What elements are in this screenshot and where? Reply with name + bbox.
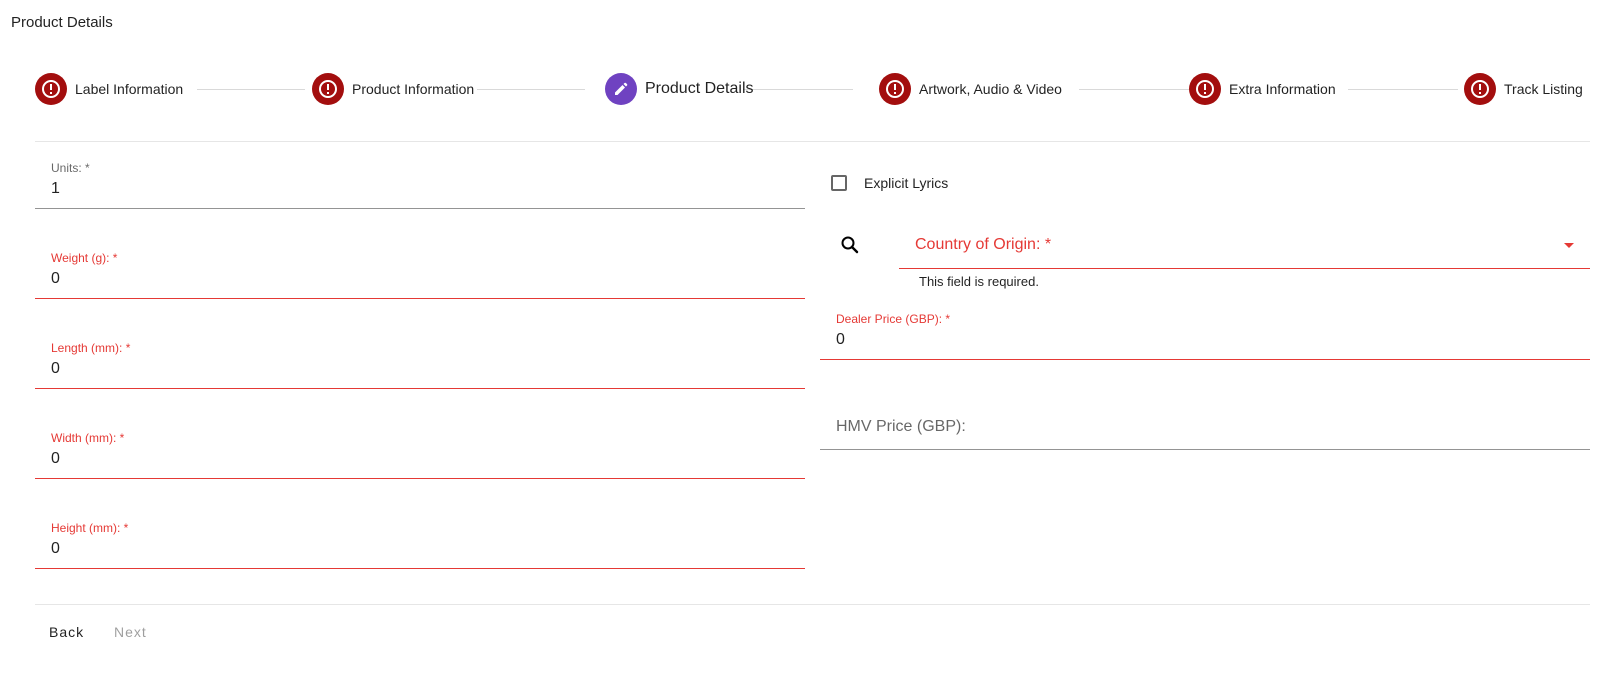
step-extra-information[interactable]: Extra Information (1189, 72, 1336, 106)
field-label: Weight (g): * (51, 251, 118, 265)
field-label: Width (mm): * (51, 431, 125, 445)
alert-circle-icon (1189, 73, 1221, 105)
units-field[interactable]: Units: * 1 (35, 161, 805, 209)
step-connector (743, 89, 853, 90)
step-label: Product Details (645, 80, 754, 97)
divider (35, 604, 1590, 605)
divider (35, 141, 1590, 142)
step-product-details[interactable]: Product Details (605, 72, 754, 106)
field-underline (35, 298, 805, 299)
explicit-lyrics-checkbox[interactable]: Explicit Lyrics (831, 172, 948, 194)
dealer-price-field[interactable]: Dealer Price (GBP): * 0 (820, 312, 1590, 360)
field-value: 0 (51, 270, 60, 287)
field-underline (820, 449, 1590, 450)
search-icon[interactable] (839, 234, 861, 256)
step-label-information[interactable]: Label Information (35, 72, 183, 106)
width-field[interactable]: Width (mm): * 0 (35, 431, 805, 479)
height-field[interactable]: Height (mm): * 0 (35, 521, 805, 569)
back-button[interactable]: Back (49, 624, 84, 640)
step-product-information[interactable]: Product Information (312, 72, 474, 106)
country-of-origin-select[interactable]: Country of Origin: * (899, 228, 1590, 269)
checkbox-label: Explicit Lyrics (864, 175, 949, 191)
hmv-price-field[interactable]: HMV Price (GBP): (820, 402, 1590, 450)
field-value: 0 (51, 450, 60, 467)
field-label: HMV Price (GBP): (836, 418, 966, 435)
field-underline (820, 359, 1590, 360)
stepper: Label Information Product Information Pr… (35, 72, 1590, 106)
step-connector (1348, 89, 1458, 90)
step-connector (1079, 89, 1191, 90)
step-label: Extra Information (1229, 81, 1336, 97)
step-label: Artwork, Audio & Video (919, 81, 1062, 97)
field-value: 0 (51, 360, 60, 377)
alert-circle-icon (35, 73, 67, 105)
field-underline (899, 268, 1590, 269)
field-label: Units: * (51, 161, 90, 175)
field-value: 0 (836, 331, 845, 348)
field-underline (35, 208, 805, 209)
step-label: Label Information (75, 81, 184, 97)
step-label: Track Listing (1504, 81, 1583, 97)
pencil-icon (605, 73, 637, 105)
field-value: 0 (51, 540, 60, 557)
alert-circle-icon (312, 73, 344, 105)
chevron-down-icon[interactable] (1564, 243, 1574, 248)
field-label: Length (mm): * (51, 341, 131, 355)
field-label: Dealer Price (GBP): * (836, 312, 951, 326)
alert-circle-icon (879, 73, 911, 105)
next-button[interactable]: Next (114, 624, 147, 640)
step-connector (197, 89, 305, 90)
select-label: Country of Origin: * (915, 236, 1052, 253)
length-field[interactable]: Length (mm): * 0 (35, 341, 805, 389)
alert-circle-icon (1464, 73, 1496, 105)
checkbox-box[interactable] (831, 175, 847, 191)
page-title: Product Details (11, 14, 113, 31)
step-artwork-audio-video[interactable]: Artwork, Audio & Video (879, 72, 1062, 106)
step-track-listing[interactable]: Track Listing (1464, 72, 1583, 106)
field-label: Height (mm): * (51, 521, 129, 535)
step-connector (477, 89, 585, 90)
field-underline (35, 388, 805, 389)
country-helper-text: This field is required. (919, 274, 1039, 289)
field-underline (35, 568, 805, 569)
field-underline (35, 478, 805, 479)
step-label: Product Information (352, 81, 475, 97)
field-value: 1 (51, 180, 60, 197)
weight-field[interactable]: Weight (g): * 0 (35, 251, 805, 299)
